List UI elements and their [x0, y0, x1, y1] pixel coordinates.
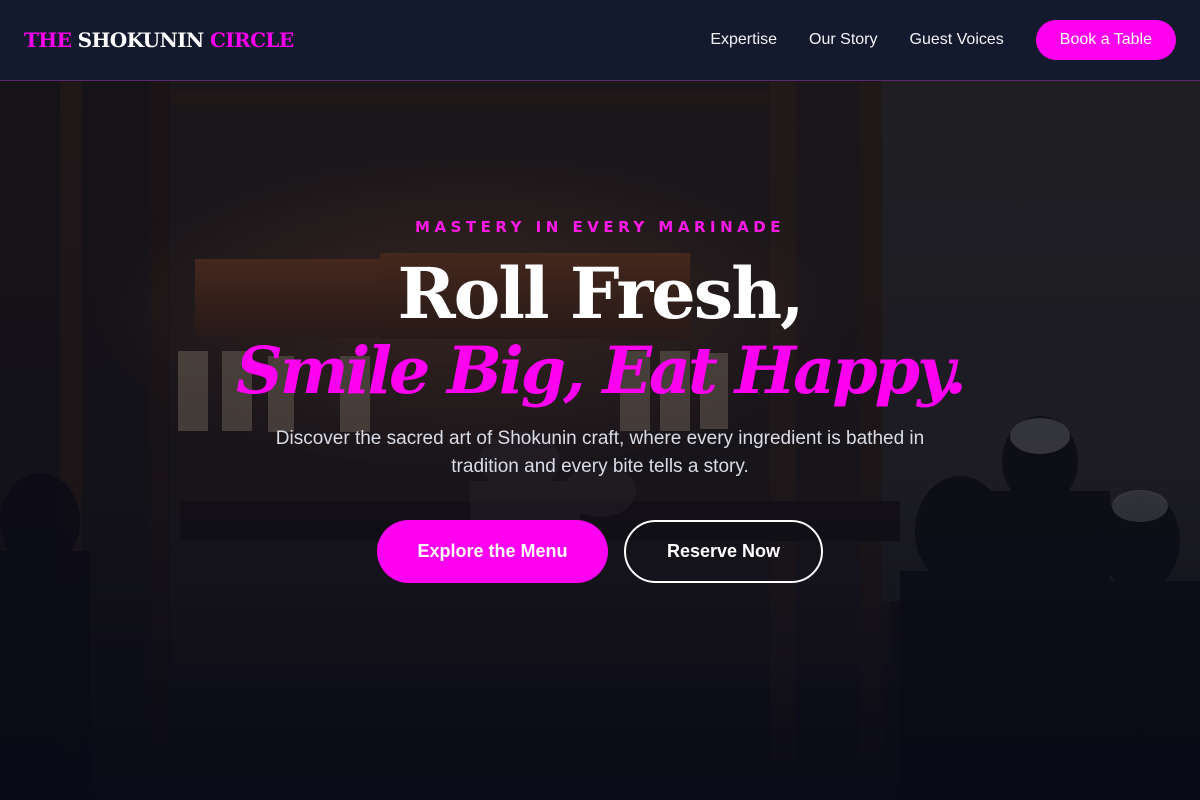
explore-menu-button[interactable]: Explore the Menu: [377, 520, 608, 583]
hero-headline-line2: Smile Big, Eat Happy.: [235, 333, 967, 409]
hero-subtitle: Discover the sacred art of Shokunin craf…: [275, 428, 925, 477]
logo-part-circle: CIRCLE: [209, 28, 294, 52]
hero-content: MASTERY IN EVERY MARINADE Roll Fresh, Sm…: [0, 81, 1200, 800]
book-table-button[interactable]: Book a Table: [1035, 20, 1176, 60]
logo-part-shokunin: SHOKUNIN: [77, 28, 205, 52]
brand-logo[interactable]: THE SHOKUNIN CIRCLE: [24, 28, 294, 52]
main-nav: Expertise Our Story Guest Voices Book a …: [710, 20, 1176, 60]
nav-link-expertise[interactable]: Expertise: [710, 31, 777, 49]
reserve-now-button[interactable]: Reserve Now: [624, 520, 823, 583]
hero-section: MASTERY IN EVERY MARINADE Roll Fresh, Sm…: [0, 81, 1200, 800]
nav-link-guest-voices[interactable]: Guest Voices: [910, 31, 1004, 49]
logo-part-the: THE: [24, 28, 72, 52]
hero-eyebrow: MASTERY IN EVERY MARINADE: [415, 218, 785, 236]
site-header: THE SHOKUNIN CIRCLE Expertise Our Story …: [0, 0, 1200, 81]
nav-link-our-story[interactable]: Our Story: [809, 31, 877, 49]
